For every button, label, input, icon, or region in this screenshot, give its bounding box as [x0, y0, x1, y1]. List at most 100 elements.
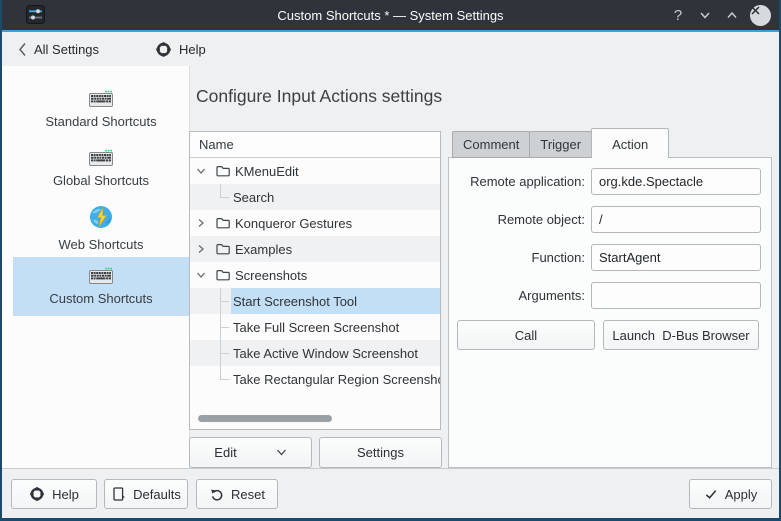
tree-row-label: Search [233, 190, 274, 205]
folder-icon [215, 215, 231, 231]
edit-button-label: Edit [214, 445, 236, 460]
folder-icon [215, 267, 231, 283]
tab[interactable]: Action [591, 128, 669, 158]
tab-label: Trigger [540, 137, 581, 152]
toolbar-help-label: Help [179, 42, 206, 57]
call-button-label: Call [515, 328, 537, 343]
minimize-button[interactable] [696, 8, 714, 22]
form-field-label: Arguments: [457, 288, 585, 303]
chevron-down-icon [276, 449, 287, 456]
reset-undo-icon [209, 487, 224, 502]
toolbar-help-button[interactable]: Help [149, 32, 212, 66]
system-settings-window: Custom Shortcuts * — System Settings ? A… [0, 0, 781, 521]
sidebar-item[interactable]: Standard Shortcuts [13, 80, 189, 139]
globe-icon [88, 204, 114, 230]
apply-button-label: Apply [725, 487, 758, 502]
window-title: Custom Shortcuts * — System Settings [2, 8, 779, 23]
launch-dbus-browser-button[interactable]: Launch D-Bus Browser [603, 320, 759, 350]
sidebar: Standard Shortcuts [2, 66, 190, 468]
tab-label: Action [612, 137, 648, 152]
checkmark-icon [704, 487, 718, 501]
sidebar-item-label: Global Shortcuts [53, 173, 149, 188]
horizontal-scrollbar[interactable] [198, 415, 332, 422]
edit-button[interactable]: Edit [189, 437, 312, 468]
tree-row[interactable]: Examples [190, 236, 440, 262]
tree-row[interactable]: Take Rectangular Region Screenshot [190, 366, 440, 392]
sidebar-item-label: Standard Shortcuts [45, 114, 156, 129]
folder-icon [215, 163, 231, 179]
back-chevron-icon [18, 42, 27, 57]
keyboard-icon [89, 90, 113, 107]
apply-button[interactable]: Apply [689, 479, 772, 509]
tree-branch-line [190, 340, 231, 366]
form-field-input[interactable] [591, 206, 761, 233]
sidebar-item[interactable]: Web Shortcuts [13, 198, 189, 257]
close-button[interactable] [750, 5, 771, 26]
titlebar-help-button[interactable]: ? [669, 7, 687, 24]
form-row: Remote application: [457, 168, 771, 195]
tree-row[interactable]: Search [190, 184, 440, 210]
folder-icon [215, 241, 231, 257]
form-field-input[interactable] [591, 168, 761, 195]
defaults-button-label: Defaults [133, 487, 181, 502]
sidebar-item[interactable]: Custom Shortcuts [13, 257, 189, 316]
tree-column-header[interactable]: Name [190, 132, 440, 158]
tree-row[interactable]: Take Full Screen Screenshot [190, 314, 440, 340]
tab-label: Comment [463, 137, 519, 152]
all-settings-button[interactable]: All Settings [12, 32, 105, 66]
expander-icon[interactable] [195, 217, 211, 229]
expander-icon[interactable] [195, 269, 211, 281]
tree-branch-line [190, 184, 231, 210]
keyboard-icon [89, 267, 113, 284]
keyboard-icon [89, 149, 113, 166]
help-buoy-icon [155, 41, 172, 58]
help-button-label: Help [52, 487, 79, 502]
sidebar-item-label: Web Shortcuts [58, 237, 143, 252]
titlebar[interactable]: Custom Shortcuts * — System Settings ? [2, 0, 779, 30]
action-form: Remote application: Remote object: Funct… [449, 168, 771, 309]
form-field-label: Function: [457, 250, 585, 265]
tree-row-label: Take Active Window Screenshot [233, 346, 418, 361]
sidebar-item[interactable]: Global Shortcuts [13, 139, 189, 198]
form-row: Function: [457, 244, 771, 271]
expander-icon[interactable] [195, 243, 211, 255]
form-field-label: Remote object: [457, 212, 585, 227]
tab-bar: Comment Trigger Action [452, 128, 668, 158]
tree-rows: KMenuEdit Search [190, 158, 440, 392]
actions-tree: Name KMenuEdit [189, 131, 441, 430]
maximize-button[interactable] [723, 8, 741, 22]
settings-button[interactable]: Settings [319, 437, 442, 468]
tree-row[interactable]: Take Active Window Screenshot [190, 340, 440, 366]
tree-row-label: Konqueror Gestures [235, 216, 352, 231]
form-field-input[interactable] [591, 282, 761, 309]
tree-row[interactable]: Konqueror Gestures [190, 210, 440, 236]
form-row: Remote object: [457, 206, 771, 233]
help-buoy-icon [29, 486, 45, 502]
toolbar: All Settings Help [2, 32, 779, 66]
defaults-button[interactable]: Defaults [104, 479, 188, 509]
help-button[interactable]: Help [11, 479, 97, 509]
tree-branch-line [190, 366, 231, 392]
tree-row-label: Take Full Screen Screenshot [233, 320, 399, 335]
call-button[interactable]: Call [457, 320, 595, 350]
defaults-icon [111, 486, 126, 502]
tree-row[interactable]: Start Screenshot Tool [190, 288, 440, 314]
page-title: Configure Input Actions settings [196, 86, 442, 107]
tree-row[interactable]: Screenshots [190, 262, 440, 288]
tree-row-label: Screenshots [235, 268, 307, 283]
footer: Help Defaults Reset A [2, 468, 779, 519]
form-field-input[interactable] [591, 244, 761, 271]
sidebar-item-label: Custom Shortcuts [49, 291, 152, 306]
all-settings-label: All Settings [34, 42, 99, 57]
tree-branch-line [190, 288, 231, 314]
form-field-label: Remote application: [457, 174, 585, 189]
tab[interactable]: Comment [452, 131, 530, 158]
reset-button[interactable]: Reset [196, 479, 278, 509]
expander-icon[interactable] [195, 165, 211, 177]
tab[interactable]: Trigger [529, 131, 592, 158]
settings-button-label: Settings [357, 445, 404, 460]
tree-branch-line [190, 314, 231, 340]
form-row: Arguments: [457, 282, 771, 309]
tree-row-label: Take Rectangular Region Screenshot [233, 372, 441, 387]
tree-row[interactable]: KMenuEdit [190, 158, 440, 184]
